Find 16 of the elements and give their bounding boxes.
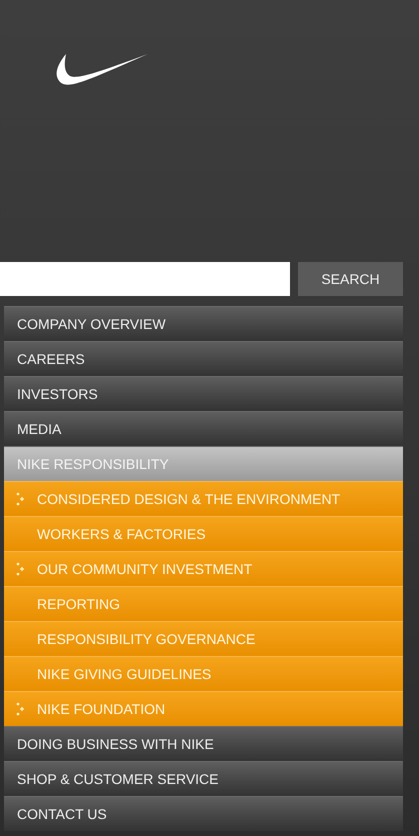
search-button[interactable]: SEARCH — [298, 262, 403, 296]
subnav-label: OUR COMMUNITY INVESTMENT — [37, 560, 252, 578]
subnav-label: RESPONSIBILITY GOVERNANCE — [37, 630, 256, 648]
bullet-icon — [16, 702, 25, 716]
search-field[interactable] — [0, 262, 290, 296]
subnav-label: REPORTING — [37, 594, 120, 614]
nav-item[interactable]: SHOP & CUSTOMER SERVICE — [4, 761, 403, 796]
nav-item[interactable]: DOING BUSINESS WITH NIKE — [4, 726, 403, 761]
subnav-label: NIKE FOUNDATION — [37, 700, 166, 718]
nav-item[interactable]: COMPANY OVERVIEW — [4, 306, 403, 341]
subnav-label: WORKERS & FACTORIES — [37, 524, 206, 544]
subnav-label: CONSIDERED DESIGN & THE ENVIRONMENT — [37, 490, 340, 508]
bullet-icon — [16, 492, 25, 506]
subnav-label: NIKE GIVING GUIDELINES — [37, 664, 212, 684]
bullet-icon — [16, 562, 25, 576]
nav-item[interactable]: CONTACT US — [4, 796, 403, 831]
